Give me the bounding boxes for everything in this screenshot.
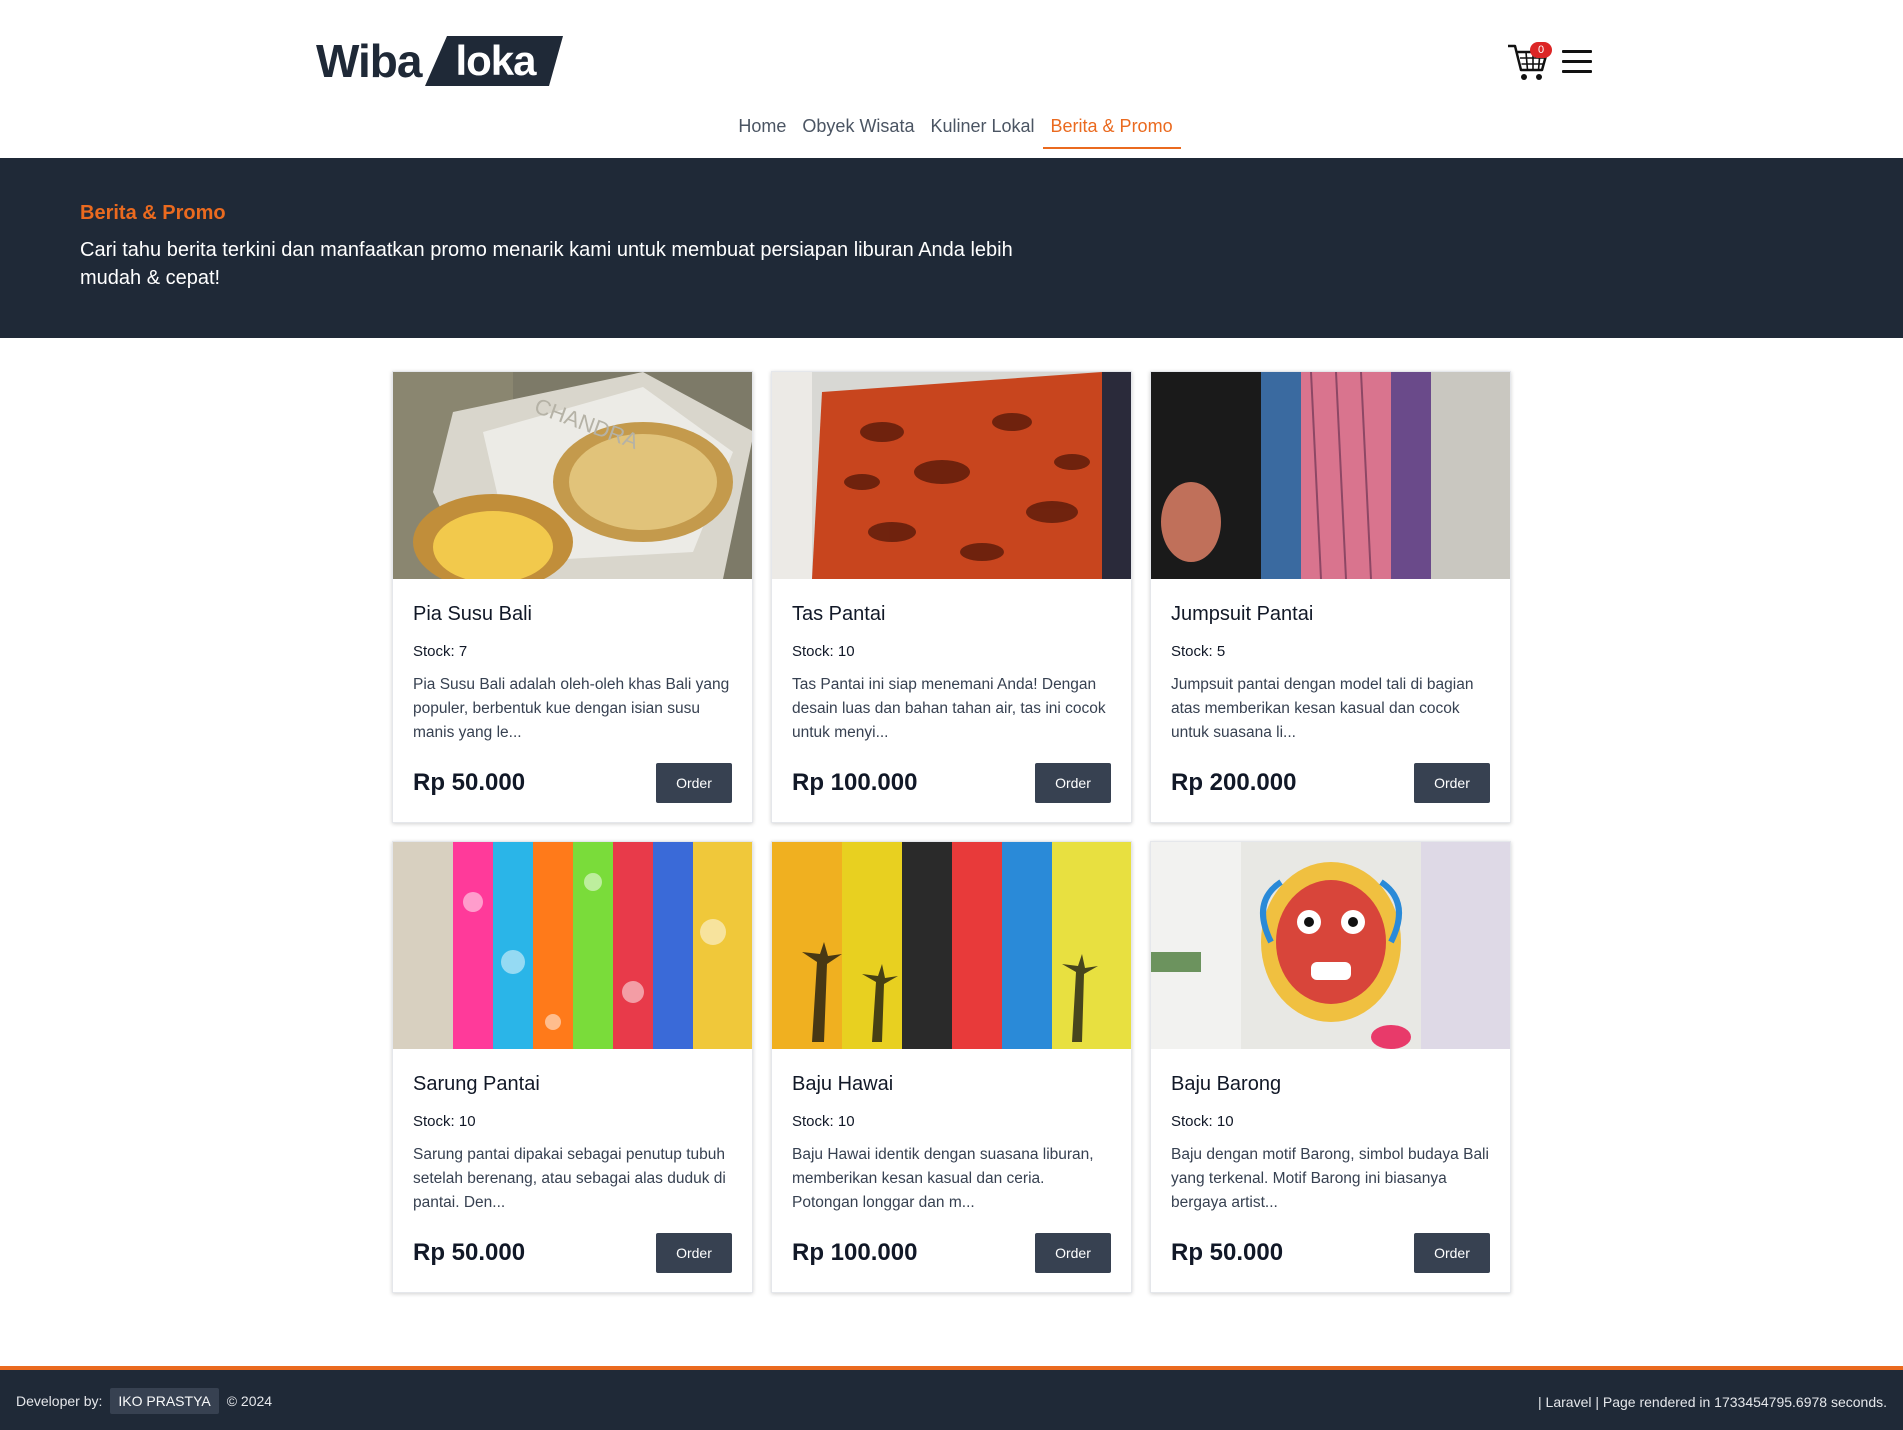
product-price: Rp 100.000 — [792, 769, 918, 796]
developer-name-badge: IKO PRASTYA — [110, 1388, 219, 1414]
product-stock: Stock: 10 — [792, 1113, 855, 1130]
order-button[interactable]: Order — [1035, 763, 1111, 803]
nav-berita-promo[interactable]: Berita & Promo — [1042, 112, 1181, 149]
product-image — [772, 842, 1131, 1049]
order-button[interactable]: Order — [1414, 1233, 1490, 1273]
product-grid: CHANDRA Pia Susu Bali Stock: 7 Pia Susu … — [392, 371, 1512, 1293]
product-stock: Stock: 7 — [413, 643, 468, 660]
product-title: Pia Susu Bali — [413, 603, 532, 625]
product-image — [772, 372, 1131, 579]
product-title: Jumpsuit Pantai — [1171, 603, 1314, 625]
product-stock: Stock: 10 — [413, 1113, 476, 1130]
product-title: Baju Barong — [1171, 1073, 1282, 1095]
product-title: Baju Hawai — [792, 1073, 894, 1095]
hero-banner: Berita & Promo Cari tahu berita terkini … — [0, 158, 1903, 338]
render-info: | Laravel | Page rendered in 1733454795.… — [1538, 1394, 1887, 1410]
developer-label: Developer by: — [16, 1393, 103, 1409]
cart-count-badge: 0 — [1530, 42, 1552, 58]
product-card: CHANDRA Pia Susu Bali Stock: 7 Pia Susu … — [392, 371, 753, 823]
product-description: Pia Susu Bali adalah oleh-oleh khas Bali… — [413, 676, 730, 741]
product-card: Sarung Pantai Stock: 10 Sarung pantai di… — [392, 841, 753, 1293]
hero-description: Cari tahu berita terkini dan manfaatkan … — [80, 239, 1013, 289]
product-image — [1151, 842, 1510, 1049]
product-card: Tas Pantai Stock: 10 Tas Pantai ini siap… — [771, 371, 1132, 823]
product-description: Tas Pantai ini siap menemani Anda! Denga… — [792, 676, 1106, 741]
product-image — [1151, 372, 1510, 579]
hero-title: Berita & Promo — [80, 202, 226, 224]
logo-wiba-text: Wiba — [316, 35, 422, 87]
nav-kuliner-lokal[interactable]: Kuliner Lokal — [922, 112, 1042, 149]
product-price: Rp 50.000 — [413, 769, 526, 796]
copyright-text: © 2024 — [226, 1393, 273, 1409]
menu-icon[interactable] — [1562, 50, 1592, 74]
logo-loka-badge: loka — [425, 36, 564, 86]
order-button[interactable]: Order — [656, 1233, 732, 1273]
product-stock: Stock: 10 — [792, 643, 855, 660]
product-price: Rp 200.000 — [1171, 769, 1297, 796]
site-logo[interactable]: Wiba loka — [316, 34, 564, 88]
product-image — [393, 842, 752, 1049]
product-title: Sarung Pantai — [413, 1073, 540, 1095]
product-description: Sarung pantai dipakai sebagai penutup tu… — [413, 1146, 726, 1211]
product-price: Rp 50.000 — [1171, 1239, 1284, 1266]
product-description: Baju Hawai identik dengan suasana libura… — [792, 1146, 1094, 1211]
nav-home[interactable]: Home — [730, 112, 794, 149]
main-nav: Home Obyek Wisata Kuliner Lokal Berita &… — [0, 112, 1903, 149]
product-stock: Stock: 5 — [1171, 643, 1226, 660]
order-button[interactable]: Order — [656, 763, 732, 803]
order-button[interactable]: Order — [1414, 763, 1490, 803]
product-title: Tas Pantai — [792, 603, 886, 625]
footer-credits: Developer by: IKO PRASTYA © 2024 — [16, 1388, 272, 1414]
product-card: Jumpsuit Pantai Stock: 5 Jumpsuit pantai… — [1150, 371, 1511, 823]
site-footer: Developer by: IKO PRASTYA © 2024 | Larav… — [0, 1366, 1903, 1430]
product-price: Rp 50.000 — [413, 1239, 526, 1266]
product-description: Baju dengan motif Barong, simbol budaya … — [1171, 1146, 1489, 1211]
product-card: Baju Barong Stock: 10 Baju dengan motif … — [1150, 841, 1511, 1293]
nav-obyek-wisata[interactable]: Obyek Wisata — [794, 112, 922, 149]
product-description: Jumpsuit pantai dengan model tali di bag… — [1171, 676, 1474, 741]
logo-loka-text: loka — [455, 37, 536, 84]
product-stock: Stock: 10 — [1171, 1113, 1234, 1130]
product-price: Rp 100.000 — [792, 1239, 918, 1266]
order-button[interactable]: Order — [1035, 1233, 1111, 1273]
site-header: Wiba loka 0 Home Obyek Wisata Kuliner Lo… — [0, 0, 1903, 158]
product-image: CHANDRA — [393, 372, 752, 579]
product-card: Baju Hawai Stock: 10 Baju Hawai identik … — [771, 841, 1132, 1293]
